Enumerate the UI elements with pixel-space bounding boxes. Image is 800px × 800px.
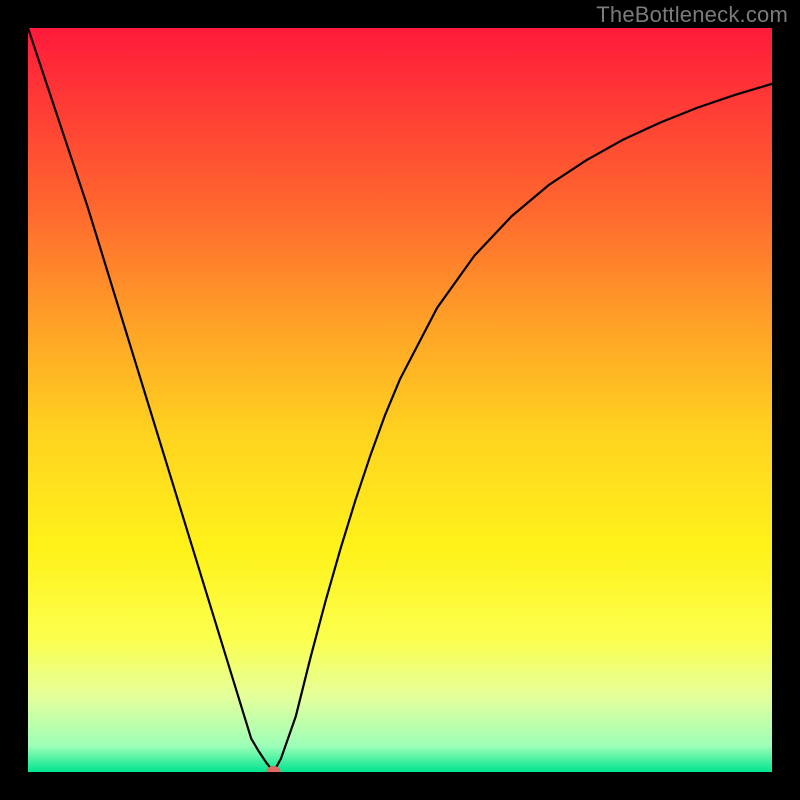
chart-background <box>28 28 772 772</box>
chart-frame: TheBottleneck.com <box>0 0 800 800</box>
chart-plot-area <box>28 28 772 772</box>
watermark-text: TheBottleneck.com <box>596 2 788 28</box>
chart-svg <box>28 28 772 772</box>
